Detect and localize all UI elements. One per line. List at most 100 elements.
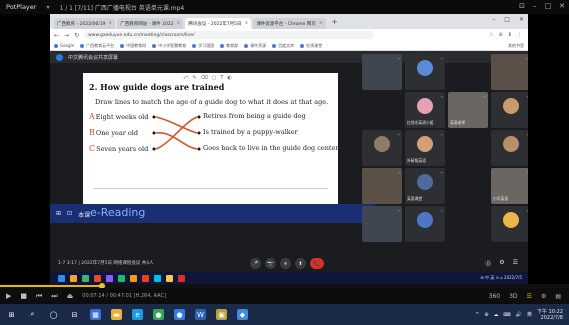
bookmark[interactable]: 在线课堂 xyxy=(300,43,322,49)
minimize-icon[interactable]: – xyxy=(533,2,537,10)
participant-tile[interactable]: ⌁ xyxy=(362,206,402,242)
close-icon[interactable]: × xyxy=(245,21,249,26)
app-icon[interactable] xyxy=(82,274,89,282)
clock[interactable]: 下午 10:22 2022/7/8 xyxy=(537,309,563,321)
browser-tab-active[interactable]: 腾讯会议 - 2022年7月5日 × xyxy=(185,18,252,29)
close-icon[interactable]: ✕ xyxy=(559,2,565,10)
vr-button[interactable]: 360 xyxy=(489,293,500,300)
settings-icon[interactable]: ⚙ xyxy=(541,293,546,300)
app-icon[interactable] xyxy=(58,274,65,282)
forward-icon[interactable]: → xyxy=(64,32,69,39)
search-icon[interactable]: ⌕ xyxy=(27,309,38,320)
share-icon[interactable]: ⬆ xyxy=(295,258,306,269)
browser-tab[interactable]: 广西教育 - 2022/06/19 × xyxy=(54,18,116,29)
app-3-icon[interactable]: ▣ xyxy=(216,309,227,320)
bookmark[interactable]: 中小学智慧教育 xyxy=(152,43,186,49)
other-bookmarks[interactable]: 其他书签 xyxy=(508,43,524,49)
download-icon[interactable]: ⬇ xyxy=(508,32,512,38)
app-icon[interactable] xyxy=(130,274,137,282)
app-icon[interactable] xyxy=(106,274,113,282)
app-name[interactable]: PotPlayer xyxy=(0,3,42,11)
mic-icon[interactable]: 🎤 xyxy=(250,258,261,269)
app-icon[interactable] xyxy=(178,274,185,282)
play-icon[interactable]: ▶ xyxy=(6,292,11,300)
browser-tab[interactable]: 广西教育网站 - 课件 2022 × xyxy=(117,18,184,29)
info-icon[interactable]: ⓪ xyxy=(485,259,491,268)
hang-up-button[interactable]: 📞 xyxy=(310,258,324,269)
input-method[interactable]: 英 xyxy=(527,311,532,318)
new-tab-button[interactable]: + xyxy=(328,18,342,26)
chrome-icon[interactable]: ● xyxy=(153,309,164,320)
edge-icon[interactable]: e xyxy=(132,309,143,320)
app-2-icon[interactable]: W xyxy=(195,309,206,320)
url-input[interactable]: www.gxeduyun.edu.cn/meeting/classroom/li… xyxy=(84,31,375,39)
task-view-icon[interactable]: ◯ xyxy=(48,309,59,320)
participant-tile[interactable]: ⌁ xyxy=(491,206,528,242)
participant-tile[interactable]: ⌁ xyxy=(405,54,445,90)
pin-icon[interactable]: ⊡ xyxy=(519,2,525,10)
3d-button[interactable]: 3D xyxy=(509,293,517,300)
app-icon[interactable] xyxy=(118,274,125,282)
maximize-icon[interactable]: □ xyxy=(504,16,510,23)
bookmark[interactable]: 中国教育网 xyxy=(120,43,146,49)
next-icon[interactable]: ⏭ xyxy=(51,292,57,301)
menu-icon[interactable]: ⋮ xyxy=(517,32,522,38)
participant-tile[interactable]: ⌁ 小学英语 xyxy=(491,168,528,204)
app-icon[interactable] xyxy=(154,274,161,282)
network-icon[interactable]: ⊕ xyxy=(484,312,488,318)
reload-icon[interactable]: ↻ xyxy=(74,32,79,39)
participant-tile[interactable]: ⌁ xyxy=(362,168,402,204)
video-viewport[interactable]: 广西教育 - 2022/06/19 × 广西教育网站 - 课件 2022 × 腾讯会… xyxy=(50,14,528,284)
bookmark[interactable]: 广西教育云平台 xyxy=(80,43,114,49)
previous-icon[interactable]: ⏮ xyxy=(36,292,42,301)
star-icon[interactable]: ☆ xyxy=(489,32,493,38)
grid-icon[interactable]: ⊞ xyxy=(56,210,61,219)
keyboard-icon[interactable]: ⌨ xyxy=(504,312,511,318)
eject-icon[interactable]: ⏏ xyxy=(67,292,74,300)
participant-tile[interactable]: ⌁ 英语课堂 xyxy=(405,168,445,204)
participant-tile[interactable]: ⌁ xyxy=(491,92,528,128)
app-4-icon[interactable]: ◆ xyxy=(237,309,248,320)
close-icon[interactable]: × xyxy=(319,21,323,26)
back-icon[interactable]: ← xyxy=(54,32,59,39)
participant-tile[interactable]: ⌁ 外研版英语 xyxy=(405,130,445,166)
menu-icon[interactable]: ☰ xyxy=(513,259,518,268)
stop-icon[interactable]: ■ xyxy=(20,292,27,300)
app-icon[interactable] xyxy=(94,274,101,282)
camera-icon[interactable]: 📷 xyxy=(265,258,276,269)
close-icon[interactable]: × xyxy=(108,21,112,26)
settings-icon[interactable]: ⚙ xyxy=(499,259,504,268)
extension-icon[interactable]: ⊕ xyxy=(499,32,503,38)
start-icon[interactable]: ⊞ xyxy=(6,309,17,320)
maximize-icon[interactable]: □ xyxy=(545,2,552,10)
chevron-down-icon[interactable]: ▾ xyxy=(42,4,53,11)
app-icon[interactable] xyxy=(70,274,77,282)
bookmark[interactable]: 教育部 xyxy=(220,43,238,49)
bookmark[interactable]: 学习强国 xyxy=(192,43,214,49)
participant-tile[interactable]: ⌁ xyxy=(491,54,528,90)
close-icon[interactable]: ✕ xyxy=(519,16,524,23)
browser-tab[interactable]: 课件资源平台 - Chrome 网页 × xyxy=(253,18,326,29)
files-icon[interactable]: ▦ xyxy=(90,309,101,320)
app-1-icon[interactable]: ● xyxy=(174,309,185,320)
close-icon[interactable]: × xyxy=(177,21,181,26)
volume-icon[interactable]: 🔊 xyxy=(516,312,522,318)
participant-tile[interactable]: ⌁ xyxy=(405,206,445,242)
bookmark[interactable]: 课件资源 xyxy=(244,43,266,49)
widgets-icon[interactable]: ⊟ xyxy=(69,309,80,320)
app-icon[interactable] xyxy=(142,274,149,282)
participant-tile[interactable]: ⌁ xyxy=(362,54,402,90)
explorer-icon[interactable]: ▬ xyxy=(111,309,122,320)
participant-tile[interactable]: ⌁ 英语老师 xyxy=(448,92,488,128)
playlist-icon[interactable]: ☰ xyxy=(527,293,532,300)
minimize-icon[interactable]: – xyxy=(492,16,495,23)
panel-icon[interactable]: ▤ xyxy=(555,293,561,300)
participant-tile[interactable]: ⌁ 红领巾英语小组 xyxy=(405,92,445,128)
cloud-icon[interactable]: ☁ xyxy=(494,312,499,318)
screen-icon[interactable]: ⊡ xyxy=(67,210,72,219)
participant-tile[interactable]: ⌁ xyxy=(491,130,528,166)
participant-tile[interactable]: ⌁ xyxy=(362,130,402,166)
pause-icon[interactable]: ⏸ xyxy=(280,258,291,269)
app-icon[interactable] xyxy=(166,274,173,282)
bookmark[interactable]: Google xyxy=(54,43,74,48)
